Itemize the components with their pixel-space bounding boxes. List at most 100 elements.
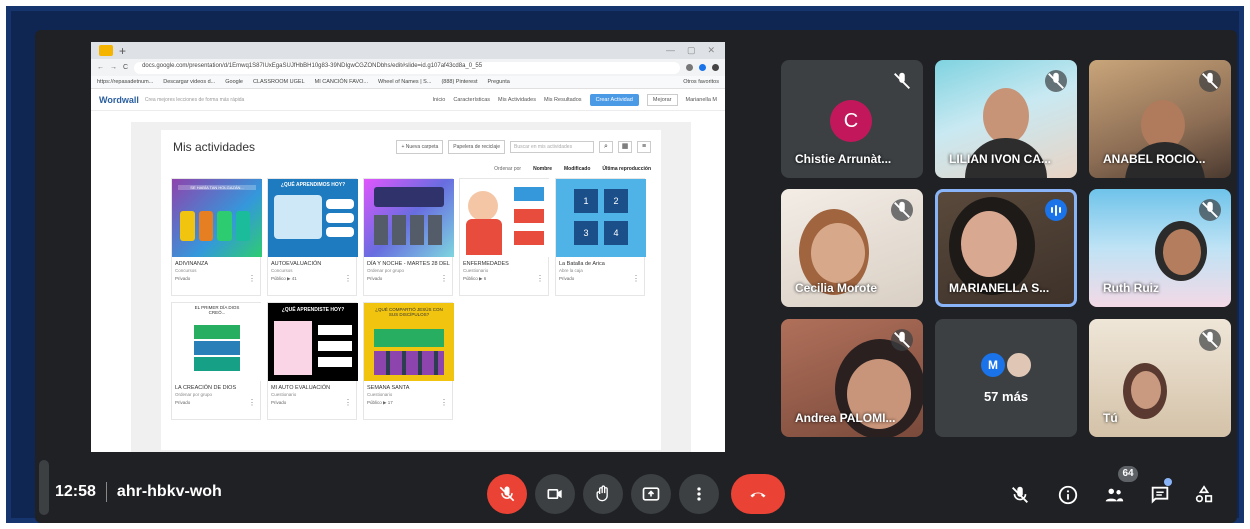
more-icon[interactable]: ⋮ [248,274,256,283]
forward-icon[interactable]: → [110,64,117,71]
profile-icon[interactable] [712,64,719,71]
people-icon [1105,488,1124,502]
mic-off-icon [891,70,913,92]
thumbnail-text: ¿QUÉ APRENDIMOS HOY? [280,182,346,188]
upgrade-button[interactable]: Mejorar [646,93,678,106]
bookmark-item[interactable]: Wheel of Names | S... [378,79,431,85]
card-title: DÍA Y NOCHE - MARTES 28 DEL [367,261,450,267]
leave-call-button[interactable] [731,474,785,514]
window-controls[interactable]: — ▢ ✕ [666,45,725,56]
activity-card[interactable]: 1 2 3 4 La Batalla de Arica Abre la caja… [555,178,646,296]
card-title: LA CREACIÓN DE DIOS [175,385,237,391]
sort-option[interactable]: Modificado [564,166,590,172]
activity-thumbnail [460,179,550,257]
mic-off-icon [1199,70,1221,92]
wordwall-logo[interactable]: Wordwall [99,95,139,105]
bookmark-item[interactable]: CLASSROOM UGEL [253,79,305,85]
new-folder-button[interactable]: + Nueva carpeta [396,140,444,154]
meeting-details-button[interactable] [1055,482,1081,508]
new-tab-icon[interactable]: + [119,45,126,57]
sort-option[interactable]: Última reproducción [602,166,651,172]
participant-tile[interactable]: LILIAN IVON CA... [935,60,1077,178]
extension-icon[interactable] [699,64,706,71]
chat-button[interactable] [1147,482,1173,508]
wordwall-content: Mis actividades + Nueva carpeta Papelera… [131,122,691,452]
extension-icon[interactable] [686,64,693,71]
people-button[interactable] [1101,482,1127,508]
card-meta: Público ▶ 17 [367,400,393,405]
more-icon[interactable]: ⋮ [440,398,448,407]
raise-hand-button[interactable] [583,474,623,514]
activities-icon [1195,485,1213,503]
hang-up-icon [750,492,766,498]
grid-view-icon[interactable]: ▦ [618,141,632,153]
activity-card[interactable]: ENFERMEDADES Cuestionario Público ▶ 6 ⋮ [459,178,550,296]
bookmark-item[interactable]: MI CANCIÓN FAVO... [315,79,368,85]
meeting-control-bar: 12:58 ahr-hbkv-woh 64 [35,460,1237,523]
participant-tile[interactable]: ANABEL ROCIO... [1089,60,1231,178]
card-title: MI AUTO EVALUACIÓN [271,385,331,391]
mic-off-icon [891,329,913,351]
page-title: Mis actividades [173,140,256,154]
participant-tile[interactable]: Andrea PALOMI... [781,319,923,437]
participant-tile[interactable]: Ruth Ruiz [1089,189,1231,307]
nav-inicio[interactable]: Inicio [433,97,446,103]
bookmark-item[interactable]: (888) Pinterest [441,79,477,85]
bookmark-item[interactable]: Descargar videos d... [163,79,215,85]
mic-off-icon [499,486,515,502]
nav-caracteristicas[interactable]: Características [453,97,490,103]
search-input[interactable]: Buscar en mis actividades [510,141,594,153]
microphone-toggle-button[interactable] [487,474,527,514]
activity-thumbnail: ¿QUÉ APRENDISTE HOY? [268,303,358,381]
slides-tab-icon[interactable] [99,45,113,56]
recycle-bin-button[interactable]: Papelera de reciclaje [448,140,505,154]
participant-tile[interactable]: Cecilia Morote [781,189,923,307]
reload-icon[interactable]: C [123,64,128,71]
activities-button[interactable] [1191,482,1217,508]
participant-video [811,223,865,283]
self-tile[interactable]: Tú [1089,319,1231,437]
screenshot-frame: + — ▢ ✕ ← → C docs.google.com/presentation… [6,6,1244,523]
activity-card[interactable]: ¿QUÉ COMPARTIÓ JESÚS CON SUS DISCÍPULOS?… [363,302,454,420]
activity-card[interactable]: ¿QUÉ APRENDIMOS HOY? AUTOEVALUACIÓN Conc… [267,178,358,296]
mic-off-icon [1045,70,1067,92]
nav-mis-actividades[interactable]: Mis Actividades [498,97,536,103]
activity-card[interactable]: EL PRIMER DÍA DIOS CREÓ... LA CREACIÓN D… [171,302,262,420]
more-icon[interactable]: ⋮ [536,274,544,283]
activity-card[interactable]: SE HABÍA TAN HOLGAZÁN... ADIVINANZA Conc… [171,178,262,296]
create-activity-button[interactable]: Crear Actividad [589,93,639,106]
activity-card[interactable]: ¿QUÉ APRENDISTE HOY? MI AUTO EVALUACIÓN … [267,302,358,420]
participant-tile-speaking[interactable]: MARIANELLA S... [935,189,1077,307]
camera-toggle-button[interactable] [535,474,575,514]
more-icon[interactable]: ⋮ [440,274,448,283]
more-icon[interactable]: ⋮ [248,398,256,407]
sort-option[interactable]: Nombre [533,166,552,172]
side-panel-handle[interactable] [39,460,49,515]
screen-share-presentation: + — ▢ ✕ ← → C docs.google.com/presentation… [91,42,725,452]
activity-card[interactable]: DÍA Y NOCHE - MARTES 28 DEL Ordenar por … [363,178,454,296]
user-menu[interactable]: Marianella M [686,97,717,103]
participant-name: Andrea PALOMI... [795,411,896,425]
thumbnail-text: EL PRIMER DÍA DIOS CREÓ... [194,305,240,315]
more-options-button[interactable] [679,474,719,514]
nav-mis-resultados[interactable]: Mis Resultados [544,97,582,103]
participant-name: Chistie Arrunàt... [795,152,892,166]
participant-name: ANABEL ROCIO... [1103,152,1206,166]
present-screen-button[interactable] [631,474,671,514]
list-view-icon[interactable]: ≡ [637,141,651,153]
url-field[interactable]: docs.google.com/presentation/d/1Emwq1S87… [134,61,680,74]
more-icon[interactable]: ⋮ [344,274,352,283]
more-icon[interactable]: ⋮ [632,274,640,283]
more-participants-tile[interactable]: M 57 más [935,319,1077,437]
search-icon[interactable]: ⌕ [599,141,613,153]
card-meta: Público ▶ 6 [463,276,487,281]
bookmark-item[interactable]: Google [225,79,243,85]
bookmark-item[interactable]: Otros favoritos [683,79,719,85]
bookmark-item[interactable]: https://repasadetnum... [97,79,153,85]
bookmark-item[interactable]: Pregunta [488,79,510,85]
more-icon[interactable]: ⋮ [344,398,352,407]
mute-all-button[interactable] [1007,482,1033,508]
participant-tile[interactable]: C Chistie Arrunàt... [781,60,923,178]
activity-thumbnail: ¿QUÉ COMPARTIÓ JESÚS CON SUS DISCÍPULOS? [364,303,454,381]
back-icon[interactable]: ← [97,64,104,71]
